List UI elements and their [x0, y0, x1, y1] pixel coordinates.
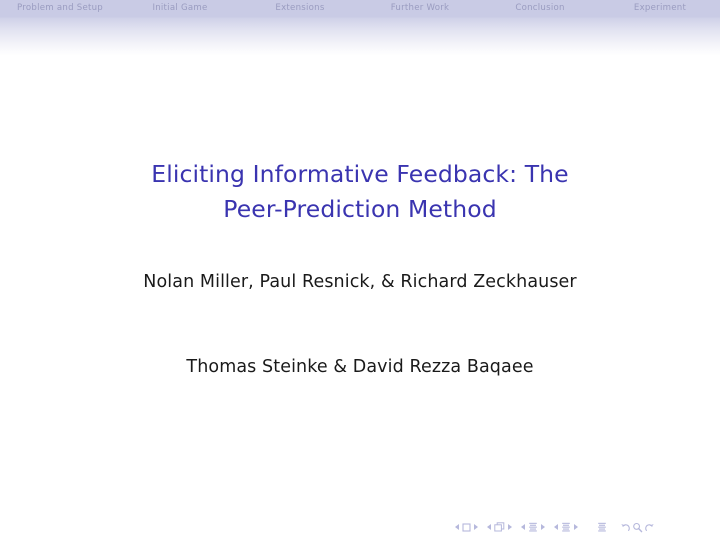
sidebar-item-extensions[interactable]: Extensions: [240, 0, 360, 17]
headline-bar: Problem and Setup Initial Game Extension…: [0, 0, 720, 56]
beamer-slide: Problem and Setup Initial Game Extension…: [0, 0, 720, 541]
sidebar-item-problem-and-setup[interactable]: Problem and Setup: [0, 0, 120, 17]
section-icon[interactable]: [561, 522, 571, 532]
sidebar-item-conclusion[interactable]: Conclusion: [480, 0, 600, 17]
next-slide-icon[interactable]: [474, 524, 478, 530]
prev-slide-icon[interactable]: [455, 524, 459, 530]
page-title: Eliciting Informative Feedback: The Peer…: [0, 157, 720, 227]
sidebar-item-experiment[interactable]: Experiment: [600, 0, 720, 17]
forward-icon[interactable]: [644, 522, 655, 533]
slide-icon[interactable]: [462, 522, 471, 532]
next-frame-icon[interactable]: [508, 524, 512, 530]
page-title-line-2: Peer-Prediction Method: [223, 195, 497, 223]
search-icon[interactable]: [632, 522, 643, 533]
frame-nav-group: [487, 522, 512, 532]
presentation-icon[interactable]: [597, 522, 607, 532]
presenters: Thomas Steinke & David Rezza Baqaee: [186, 357, 534, 377]
next-subsection-icon[interactable]: [541, 524, 545, 530]
section-navigation: Problem and Setup Initial Game Extension…: [0, 0, 720, 17]
prev-section-icon[interactable]: [554, 524, 558, 530]
next-section-icon[interactable]: [574, 524, 578, 530]
back-icon[interactable]: [620, 522, 631, 533]
subsection-icon[interactable]: [528, 522, 538, 532]
history-nav-group: [619, 522, 655, 533]
beamer-navigation-symbols: [455, 519, 710, 535]
slide-nav-group: [455, 522, 478, 532]
sidebar-item-further-work[interactable]: Further Work: [360, 0, 480, 17]
author-block: Nolan Miller, Paul Resnick, & Richard Ze…: [0, 270, 720, 379]
original-authors: Nolan Miller, Paul Resnick, & Richard Ze…: [143, 272, 577, 292]
prev-frame-icon[interactable]: [487, 524, 491, 530]
prev-subsection-icon[interactable]: [521, 524, 525, 530]
subsection-nav-group: [521, 522, 545, 532]
frame-icon[interactable]: [494, 522, 505, 532]
page-title-line-1: Eliciting Informative Feedback: The: [151, 160, 569, 188]
section-nav-group: [554, 522, 578, 532]
slide-body: Eliciting Informative Feedback: The Peer…: [0, 56, 720, 541]
sidebar-item-initial-game[interactable]: Initial Game: [120, 0, 240, 17]
